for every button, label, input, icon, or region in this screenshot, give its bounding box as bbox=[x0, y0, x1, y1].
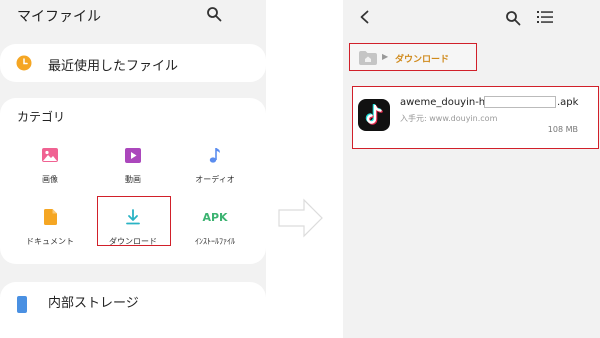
video-icon bbox=[124, 146, 142, 164]
tiktok-app-icon bbox=[358, 99, 390, 131]
apk-icon: APK bbox=[202, 210, 228, 224]
category-title: カテゴリ bbox=[17, 110, 66, 124]
category-label: 動画 bbox=[125, 175, 141, 184]
category-audio[interactable]: オーディオ bbox=[177, 146, 253, 198]
category-label: ドキュメント bbox=[26, 237, 74, 246]
category-videos[interactable]: 動画 bbox=[95, 146, 171, 198]
arrow-right-icon bbox=[278, 198, 323, 238]
file-size: 108 MB bbox=[547, 125, 578, 134]
search-icon[interactable] bbox=[505, 10, 521, 26]
file-name-extension: .apk bbox=[557, 97, 579, 108]
list-view-icon[interactable] bbox=[537, 10, 553, 24]
internal-storage-label: 内部ストレージ bbox=[48, 296, 139, 311]
breadcrumb-separator-icon: ▶ bbox=[382, 52, 389, 61]
file-name-start: aweme_douyin-h bbox=[400, 97, 486, 108]
category-label: オーディオ bbox=[195, 175, 235, 184]
phone-icon bbox=[17, 296, 27, 313]
category-apk[interactable]: APK ｲﾝｽﾄｰﾙﾌｧｲﾙ bbox=[177, 208, 253, 260]
my-files-screen: マイファイル 最近使用したファイル カテゴリ 画像 動画 オーディオ ドキュメン… bbox=[0, 0, 266, 338]
category-label: 画像 bbox=[42, 175, 58, 184]
home-folder-icon[interactable] bbox=[359, 51, 377, 65]
category-images[interactable]: 画像 bbox=[12, 146, 88, 198]
category-label: ｲﾝｽﾄｰﾙﾌｧｲﾙ bbox=[195, 237, 235, 246]
search-icon[interactable] bbox=[206, 6, 222, 22]
recent-files-row[interactable]: 最近使用したファイル bbox=[0, 44, 266, 82]
category-documents[interactable]: ドキュメント bbox=[12, 208, 88, 260]
back-icon[interactable] bbox=[358, 10, 372, 24]
breadcrumb: ▶ ダウンロード bbox=[349, 43, 477, 71]
image-icon bbox=[41, 146, 59, 164]
file-list-item[interactable]: aweme_douyin-h .apk 入手元: www.douyin.com … bbox=[352, 86, 599, 149]
redacted-box bbox=[484, 96, 556, 108]
clock-icon bbox=[16, 55, 32, 71]
breadcrumb-current[interactable]: ダウンロード bbox=[395, 52, 449, 65]
recent-files-label: 最近使用したファイル bbox=[48, 59, 179, 74]
music-note-icon bbox=[206, 146, 224, 164]
download-folder-screen: ▶ ダウンロード aweme_douyin-h .apk 入手元: www.do… bbox=[343, 0, 600, 338]
document-icon bbox=[41, 208, 59, 226]
file-source: 入手元: www.douyin.com bbox=[400, 114, 498, 123]
page-title: マイファイル bbox=[17, 9, 101, 25]
internal-storage-row[interactable]: 内部ストレージ bbox=[0, 282, 266, 338]
category-card: カテゴリ 画像 動画 オーディオ ドキュメント ダウンロード APK ｲﾝｽﾄｰ… bbox=[0, 98, 266, 264]
download-highlight-box bbox=[97, 196, 171, 246]
